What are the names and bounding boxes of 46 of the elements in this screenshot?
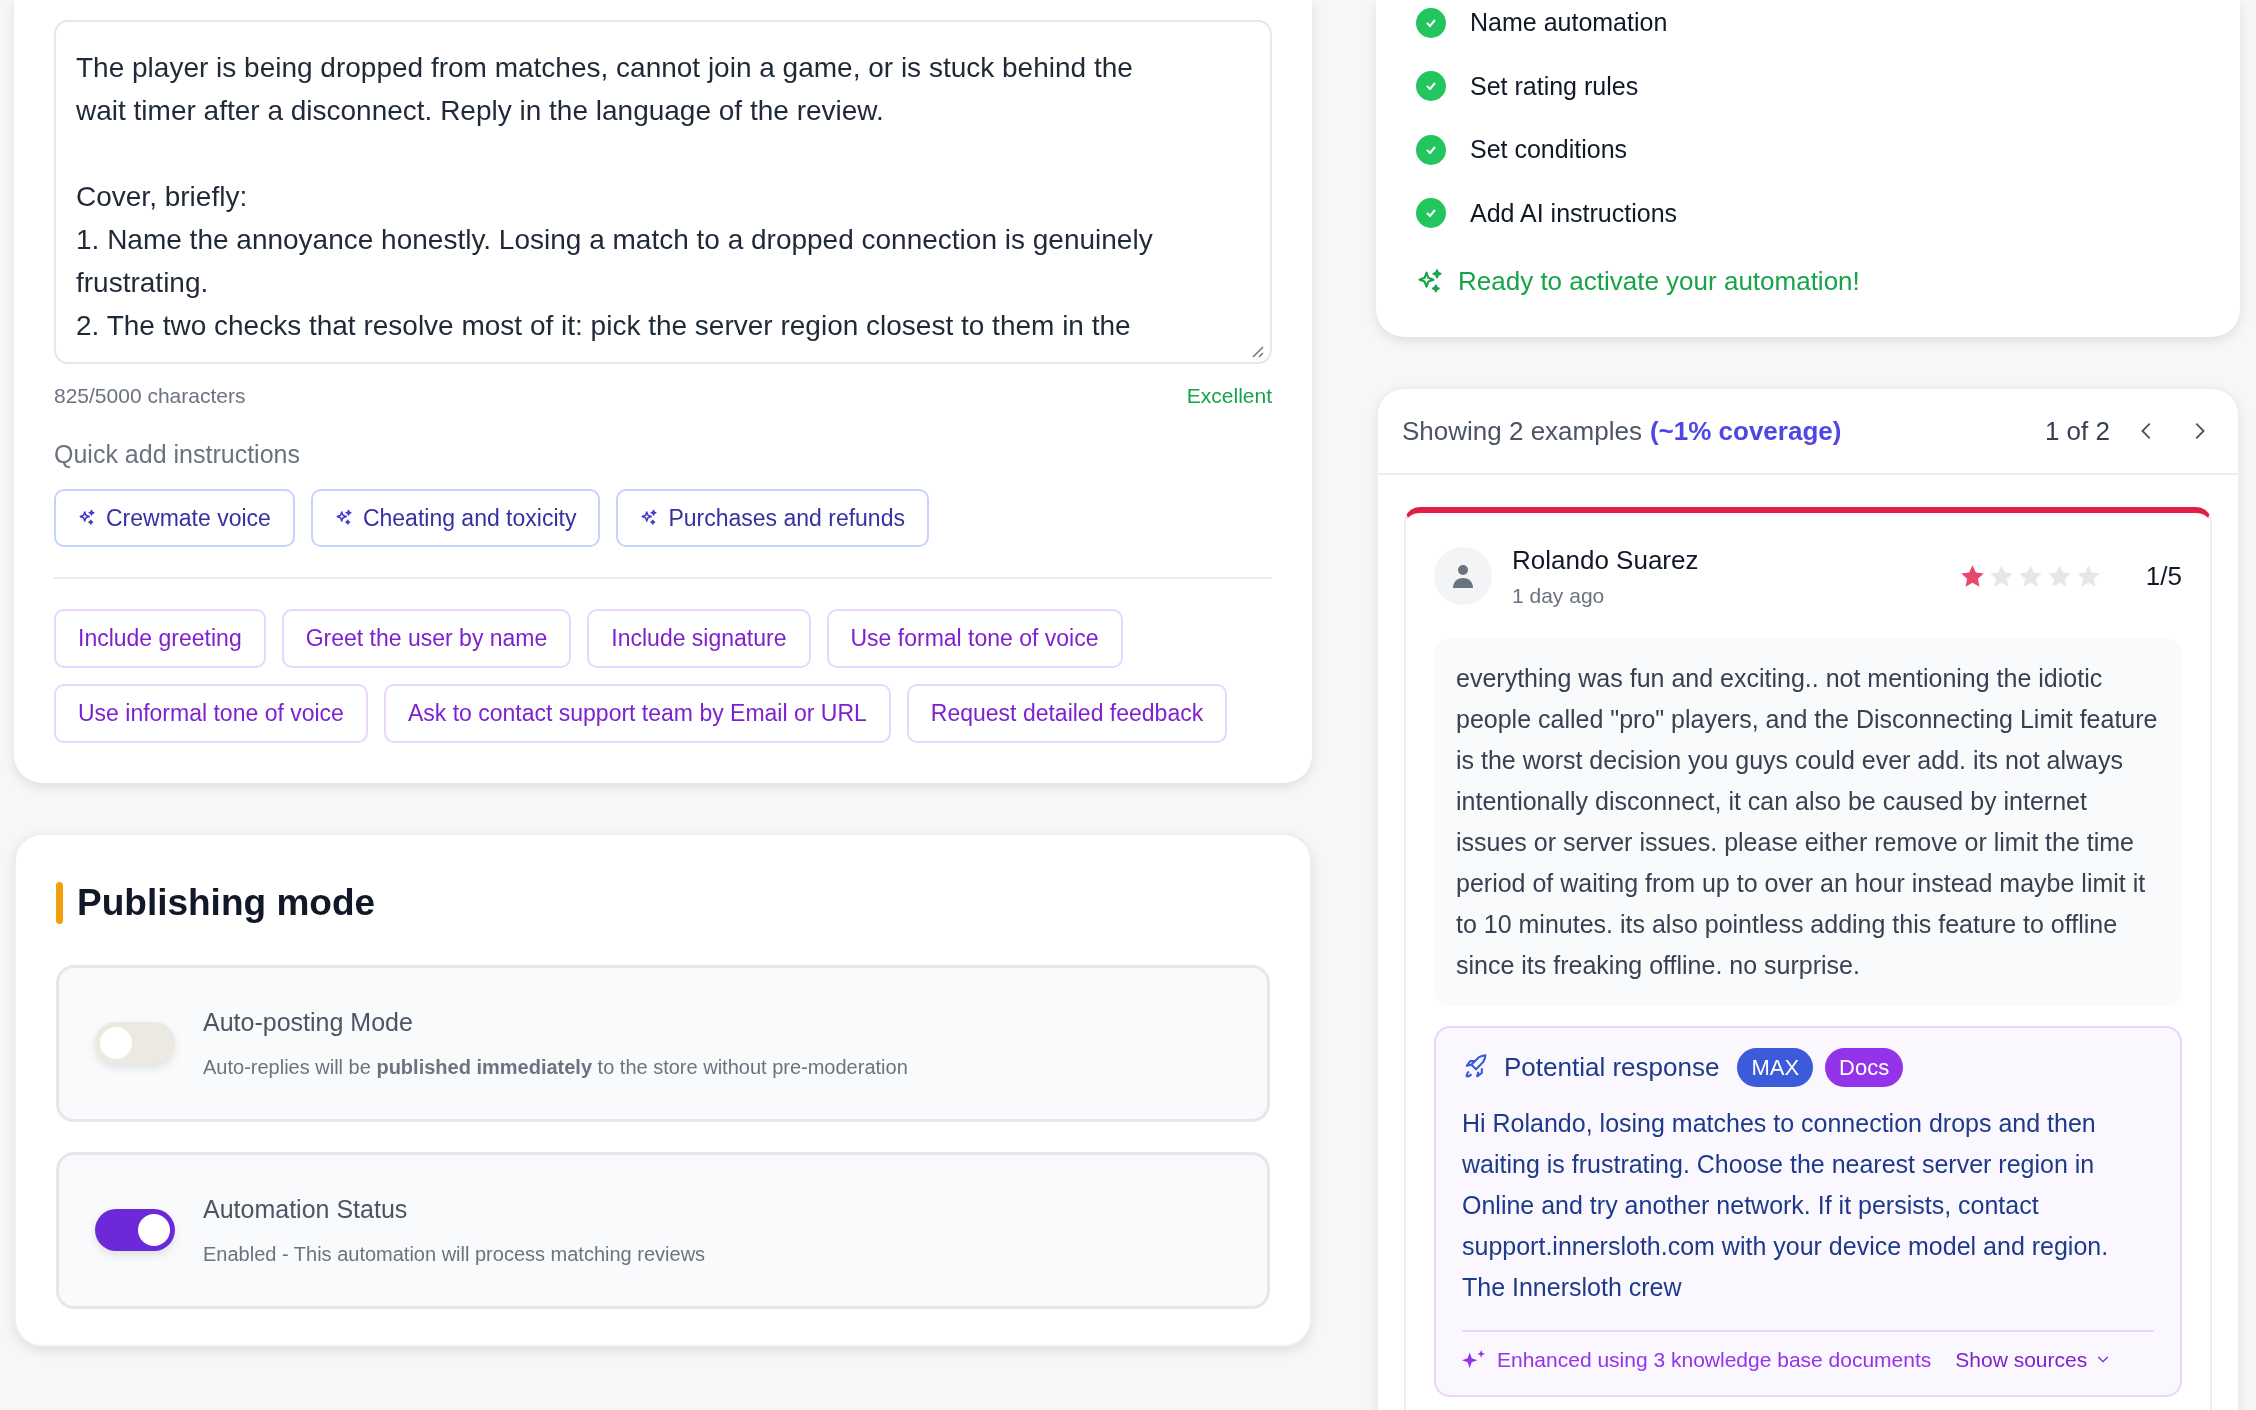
rating-score: 1/5 — [2145, 559, 2182, 593]
page-indicator: 1 of 2 — [2044, 414, 2110, 448]
enhancement-note: Enhanced using 3 knowledge base documents — [1497, 1346, 1932, 1373]
response-badge: Docs — [1825, 1047, 1904, 1087]
option-chip[interactable]: Include greeting — [54, 609, 266, 668]
toggle-switch[interactable] — [95, 1022, 175, 1064]
character-count: 825/5000 characters — [54, 383, 246, 409]
quality-label: Excellent — [1186, 383, 1272, 409]
step-label: Name automation — [1470, 7, 1668, 38]
section-title: Publishing mode — [77, 881, 376, 925]
option-chip[interactable]: Include signature — [587, 609, 811, 668]
sparkle-icon — [334, 509, 353, 527]
template-chip[interactable]: Purchases and refunds — [616, 489, 929, 547]
coverage-label: (~1% coverage) — [1649, 414, 1842, 448]
option-chip[interactable]: Greet the user by name — [281, 609, 572, 668]
response-title: Potential response — [1504, 1050, 1720, 1084]
setting-title: Auto-posting Mode — [203, 1007, 414, 1039]
sparkle-icon — [78, 509, 96, 527]
template-chip[interactable]: Crewmate voice — [54, 489, 295, 547]
option-chip[interactable]: Request detailed feedback — [906, 684, 1228, 743]
person-icon — [1451, 563, 1475, 590]
response-text: Hi Rolando, losing matches to connection drops and then waiting is frustrating. Choose the nearest server region in Online and try another network. If it persists, contact support.innersloth.com with your device model and region. The Innersloth crew — [1462, 1107, 2110, 1303]
step-label: Set rating rules — [1470, 70, 1639, 102]
setting-description: Enabled - This automation will process matching reviews — [203, 1241, 706, 1267]
option-chip[interactable]: Use informal tone of voice — [54, 684, 368, 743]
review-time: 1 day ago — [1512, 583, 1606, 609]
option-chip[interactable]: Use formal tone of voice — [826, 609, 1123, 668]
instructions-field[interactable]: The player is being dropped from matches, cannot join a game, or is stuck behind the wait timer after a disconnect. Reply in the language of the review. Cover, briefly: 1. Name the annoyance honestly. Losing a match to a dropped connection is genuinely frustrating. 2. The two checks that resolve most of it: pick the server region closest to them in the — [54, 20, 1272, 364]
review-text: everything was fun and exciting.. not mentioning the idiotic people called "pro" players, and the Disconnecting Limit feature is the worst decision you guys could ever add. its not always intentionally disconnect, it can also be caused by internet issues or server issues. please either remove or limit the time period of waiting from up to over an hour instead maybe limit it to 10 minutes. its also pointless adding this feature to offline since its freaking offline. no surprise. — [1434, 637, 2182, 1006]
setting-title: Automation Status — [203, 1194, 409, 1226]
section-label: Quick add instructions — [54, 438, 301, 470]
template-chip[interactable]: Cheating and toxicity — [310, 489, 601, 547]
step-label: Set conditions — [1470, 134, 1628, 165]
reviewer-name: Rolando Suarez — [1512, 544, 1699, 577]
show-sources-link[interactable]: Show sources — [1955, 1343, 2112, 1375]
sparkle-icon — [640, 509, 659, 527]
step-label: Add AI instructions — [1470, 197, 1678, 229]
response-badge: MAX — [1737, 1047, 1814, 1087]
sparkle-icon — [1462, 1350, 1485, 1369]
resize-handle[interactable] — [1250, 344, 1264, 358]
accent-bar — [56, 881, 63, 924]
examples-summary: Showing 2 examples — [1402, 414, 1642, 448]
option-chip[interactable]: Ask to contact support team by Email or URL — [383, 684, 891, 743]
toggle-switch[interactable] — [95, 1209, 175, 1251]
ready-message: Ready to activate your automation! — [1458, 265, 1860, 298]
setting-description: Auto-replies will be published immediately to the store without pre-moderation — [203, 1054, 908, 1080]
